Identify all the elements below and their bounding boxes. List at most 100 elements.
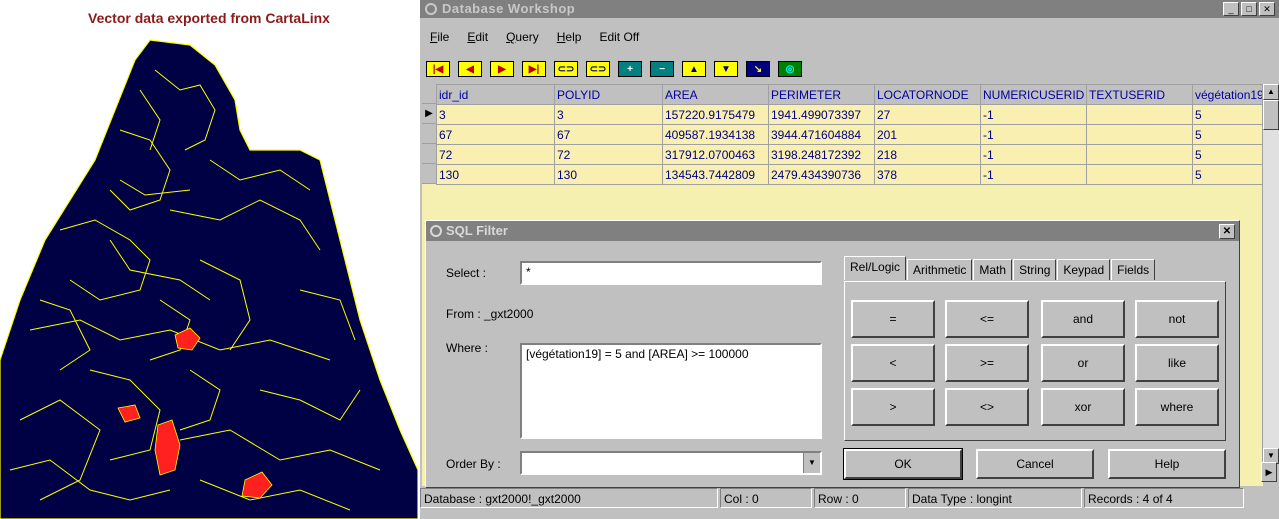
table-cell[interactable] xyxy=(1086,144,1193,165)
table-cell[interactable]: 5 xyxy=(1192,124,1265,145)
table-cell[interactable]: 3198.248172392 xyxy=(768,144,875,165)
select-input[interactable] xyxy=(526,265,816,279)
query-icon[interactable]: ↘ xyxy=(746,61,770,77)
table-row[interactable]: 72 72 317912.0700463 3198.248172392 218 … xyxy=(436,144,1265,165)
unlink-icon[interactable]: ⊂⊃ xyxy=(586,61,610,77)
minimize-button[interactable]: _ xyxy=(1223,2,1239,16)
table-cell[interactable]: 67 xyxy=(436,124,555,145)
close-button[interactable]: ✕ xyxy=(1259,2,1275,16)
tab-arithmetic[interactable]: Arithmetic xyxy=(907,259,973,280)
table-cell[interactable]: 130 xyxy=(436,164,555,185)
globe-icon[interactable]: ◎ xyxy=(778,61,802,77)
table-cell[interactable]: 201 xyxy=(874,124,981,145)
table-cell[interactable]: 3 xyxy=(436,104,555,125)
table-cell[interactable]: -1 xyxy=(980,104,1087,125)
table-cell[interactable]: -1 xyxy=(980,144,1087,165)
tab-math[interactable]: Math xyxy=(973,259,1013,280)
table-row[interactable]: 130 130 134543.7442809 2479.434390736 37… xyxy=(436,164,1265,185)
table-cell[interactable]: -1 xyxy=(980,164,1087,185)
next-record-icon[interactable]: ▶ xyxy=(490,61,514,77)
table-cell[interactable]: 157220.9175479 xyxy=(662,104,769,125)
table-cell[interactable] xyxy=(1086,124,1193,145)
row-indicator[interactable] xyxy=(422,164,436,184)
chevron-down-icon[interactable]: ▼ xyxy=(803,453,820,473)
first-record-icon[interactable]: |◀ xyxy=(426,61,450,77)
table-cell[interactable]: 3944.471604884 xyxy=(768,124,875,145)
table-cell[interactable] xyxy=(1086,164,1193,185)
tab-fields[interactable]: Fields xyxy=(1111,259,1156,280)
greater-equal-button[interactable]: >= xyxy=(945,344,1029,382)
link-icon[interactable]: ⊂⊃ xyxy=(554,61,578,77)
equals-button[interactable]: = xyxy=(851,300,935,338)
table-row[interactable]: 3 3 157220.9175479 1941.499073397 27 -1 … xyxy=(436,104,1265,125)
maximize-button[interactable]: □ xyxy=(1241,2,1257,16)
table-cell[interactable]: 134543.7442809 xyxy=(662,164,769,185)
tab-keypad[interactable]: Keypad xyxy=(1057,259,1111,280)
tab-rel-logic[interactable]: Rel/Logic xyxy=(844,256,907,280)
column-header[interactable]: végétation19 xyxy=(1192,84,1265,105)
table-cell[interactable]: 1941.499073397 xyxy=(768,104,875,125)
add-field-icon[interactable]: + xyxy=(618,61,642,77)
table-cell[interactable]: 218 xyxy=(874,144,981,165)
and-button[interactable]: and xyxy=(1041,300,1125,338)
last-record-icon[interactable]: ▶| xyxy=(522,61,546,77)
table-cell[interactable]: 3 xyxy=(554,104,663,125)
scroll-up-icon[interactable]: ▲ xyxy=(1263,84,1279,100)
scroll-right-icon[interactable]: ▶ xyxy=(1261,462,1277,482)
help-button[interactable]: Help xyxy=(1108,449,1226,479)
table-cell[interactable]: 5 xyxy=(1192,144,1265,165)
like-button[interactable]: like xyxy=(1135,344,1219,382)
where-input[interactable] xyxy=(526,347,816,435)
menu-file[interactable]: File xyxy=(420,20,458,50)
table-cell[interactable]: 72 xyxy=(554,144,663,165)
tab-string[interactable]: String xyxy=(1013,259,1057,280)
menu-edit[interactable]: Edit xyxy=(458,20,497,50)
where-button[interactable]: where xyxy=(1135,388,1219,426)
column-header[interactable]: NUMERICUSERID xyxy=(980,84,1087,105)
prev-record-icon[interactable]: ◀ xyxy=(458,61,482,77)
table-cell[interactable]: 378 xyxy=(874,164,981,185)
not-equal-button[interactable]: <> xyxy=(945,388,1029,426)
less-than-button[interactable]: < xyxy=(851,344,935,382)
not-button[interactable]: not xyxy=(1135,300,1219,338)
sort-ascending-icon[interactable]: ▲ xyxy=(682,61,706,77)
or-button[interactable]: or xyxy=(1041,344,1125,382)
table-cell[interactable]: 67 xyxy=(554,124,663,145)
ok-button[interactable]: OK xyxy=(843,448,963,480)
where-field[interactable] xyxy=(520,343,822,439)
column-header[interactable]: idr_id xyxy=(436,84,555,105)
less-equal-button[interactable]: <= xyxy=(945,300,1029,338)
table-cell[interactable] xyxy=(1086,104,1193,125)
remove-field-icon[interactable]: − xyxy=(650,61,674,77)
table-cell[interactable]: 27 xyxy=(874,104,981,125)
vertical-scrollbar[interactable]: ▲ ▼ xyxy=(1262,84,1279,464)
orderby-combo[interactable]: ▼ xyxy=(520,451,822,475)
menu-query[interactable]: Query xyxy=(497,20,548,50)
scroll-thumb[interactable] xyxy=(1263,100,1279,130)
menu-edit-off[interactable]: Edit Off xyxy=(590,20,648,50)
table-cell[interactable]: 2479.434390736 xyxy=(768,164,875,185)
table-cell[interactable]: 72 xyxy=(436,144,555,165)
current-row-indicator[interactable]: ▶ xyxy=(422,104,436,124)
table-cell[interactable]: -1 xyxy=(980,124,1087,145)
greater-than-button[interactable]: > xyxy=(851,388,935,426)
xor-button[interactable]: xor xyxy=(1041,388,1125,426)
table-cell[interactable]: 130 xyxy=(554,164,663,185)
column-header[interactable]: PERIMETER xyxy=(768,84,875,105)
table-cell[interactable]: 5 xyxy=(1192,104,1265,125)
row-indicator[interactable] xyxy=(422,144,436,164)
menu-help[interactable]: Help xyxy=(548,20,591,50)
column-header[interactable]: LOCATORNODE xyxy=(874,84,981,105)
column-header[interactable]: TEXTUSERID xyxy=(1086,84,1193,105)
row-indicator[interactable] xyxy=(422,124,436,144)
column-header[interactable]: AREA xyxy=(662,84,769,105)
cancel-button[interactable]: Cancel xyxy=(976,449,1094,479)
table-row[interactable]: 67 67 409587.1934138 3944.471604884 201 … xyxy=(436,124,1265,145)
close-icon[interactable]: ✕ xyxy=(1219,224,1235,239)
sort-descending-icon[interactable]: ▼ xyxy=(714,61,738,77)
table-cell[interactable]: 317912.0700463 xyxy=(662,144,769,165)
window-titlebar[interactable]: Database Workshop _ □ ✕ xyxy=(420,0,1279,18)
column-header[interactable]: POLYID xyxy=(554,84,663,105)
select-field[interactable] xyxy=(520,261,822,285)
sql-filter-titlebar[interactable]: SQL Filter ✕ xyxy=(426,221,1239,241)
